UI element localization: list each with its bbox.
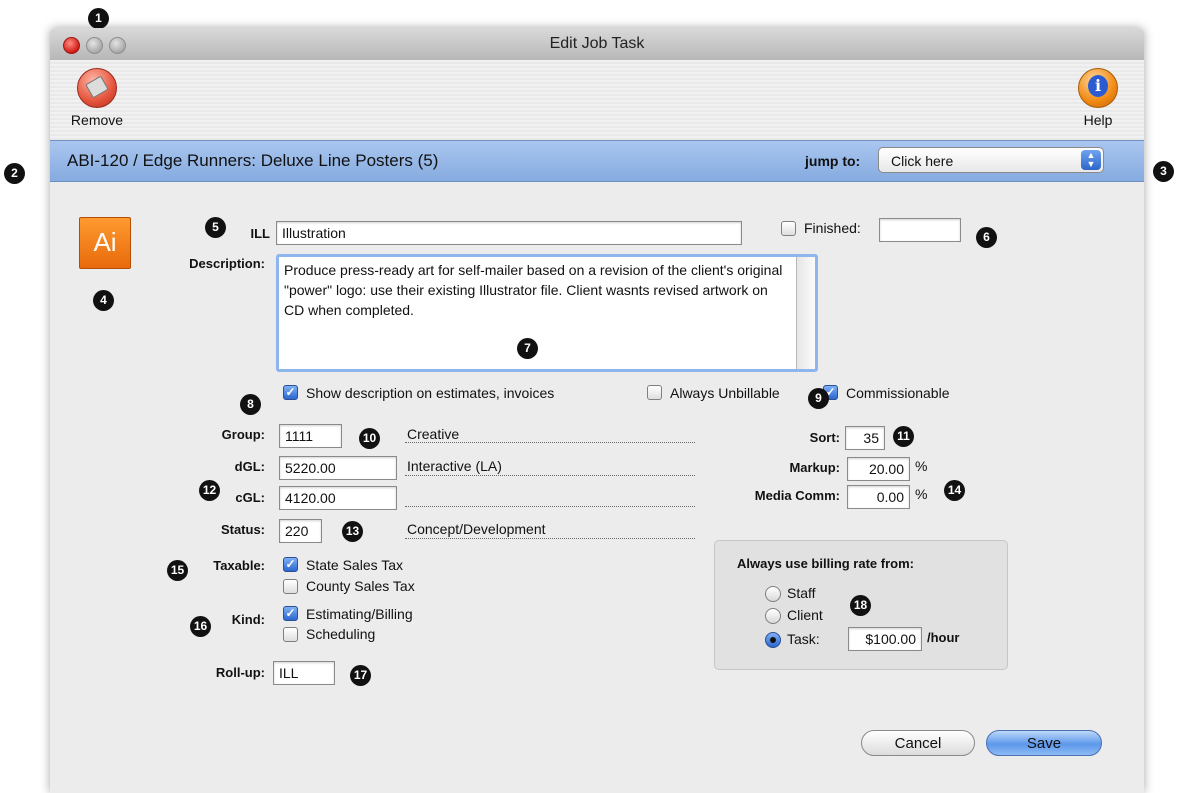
- callout-marker-11: 11: [893, 426, 914, 447]
- callout-marker-12: 12: [199, 480, 220, 501]
- cgl-label: cGL:: [235, 490, 265, 505]
- task-code-label: ILL: [250, 226, 271, 241]
- illustrator-task-icon: Ai: [79, 217, 131, 269]
- eraser-icon: [77, 68, 117, 108]
- status-name-underline: [405, 538, 695, 539]
- callout-marker-16: 16: [190, 616, 211, 637]
- callout-marker-13: 13: [342, 521, 363, 542]
- group-name-underline: [405, 442, 695, 443]
- finished-checkbox[interactable]: [781, 221, 796, 236]
- finished-date-field[interactable]: [879, 218, 961, 242]
- job-title: ABI-120 / Edge Runners: Deluxe Line Post…: [67, 151, 439, 170]
- dgl-label: dGL:: [234, 459, 265, 474]
- show-description-label: Show description on estimates, invoices: [306, 385, 555, 401]
- callout-marker-7: 7: [517, 338, 538, 359]
- rollup-field[interactable]: ILL: [273, 661, 335, 685]
- markup-label: Markup:: [789, 460, 840, 475]
- scheduling-label: Scheduling: [306, 626, 376, 642]
- task-rate-unit: /hour: [927, 630, 960, 645]
- callout-marker-9: 9: [808, 388, 829, 409]
- edit-job-task-window: Edit Job Task Remove Help ABI-120 / Edge…: [50, 28, 1144, 793]
- markup-field[interactable]: 20.00: [847, 457, 910, 481]
- sort-field[interactable]: 35: [845, 426, 885, 450]
- callout-marker-17: 17: [350, 665, 371, 686]
- state-sales-tax-checkbox[interactable]: ✓: [283, 557, 298, 572]
- jump-to-label: jump to:: [805, 153, 861, 169]
- group-name: Creative: [407, 426, 460, 442]
- task-rate-field[interactable]: $100.00: [848, 627, 922, 651]
- callout-marker-2: 2: [4, 163, 25, 184]
- dgl-name-underline: [405, 475, 695, 476]
- remove-label: Remove: [70, 112, 124, 128]
- callout-marker-6: 6: [976, 227, 997, 248]
- staff-rate-label: Staff: [787, 585, 816, 601]
- dgl-account-name: Interactive (LA): [407, 458, 502, 474]
- always-unbillable-checkbox[interactable]: [647, 385, 662, 400]
- description-scrollbar[interactable]: [796, 257, 815, 369]
- finished-label: Finished:: [804, 220, 861, 236]
- remove-button[interactable]: Remove: [62, 68, 132, 128]
- media-comm-unit: %: [915, 486, 928, 502]
- commissionable-label: Commissionable: [846, 385, 950, 401]
- markup-unit: %: [915, 458, 928, 474]
- description-textarea[interactable]: Produce press-ready art for self-mailer …: [276, 254, 818, 372]
- county-sales-tax-label: County Sales Tax: [306, 578, 415, 594]
- cgl-name-underline: [405, 506, 695, 507]
- description-label: Description:: [189, 256, 265, 271]
- callout-marker-3: 3: [1153, 161, 1174, 182]
- callout-marker-15: 15: [167, 560, 188, 581]
- help-button[interactable]: Help: [1063, 68, 1133, 128]
- status-field[interactable]: 220: [279, 519, 322, 543]
- toolbar: Remove Help: [50, 60, 1144, 140]
- county-sales-tax-checkbox[interactable]: [283, 579, 298, 594]
- billing-rate-title: Always use billing rate from:: [737, 556, 914, 571]
- title-bar[interactable]: Edit Job Task: [50, 28, 1144, 61]
- description-text: Produce press-ready art for self-mailer …: [284, 262, 783, 318]
- callout-marker-1: 1: [88, 8, 109, 29]
- cgl-field[interactable]: 4120.00: [279, 486, 397, 510]
- window-title: Edit Job Task: [549, 35, 645, 52]
- cancel-button[interactable]: Cancel: [861, 730, 975, 756]
- sort-label: Sort:: [809, 430, 840, 445]
- job-header: ABI-120 / Edge Runners: Deluxe Line Post…: [50, 140, 1144, 182]
- save-button[interactable]: Save: [986, 730, 1102, 756]
- group-label: Group:: [221, 427, 265, 442]
- callout-marker-14: 14: [944, 480, 965, 501]
- estimating-billing-label: Estimating/Billing: [306, 606, 413, 622]
- jump-to-select[interactable]: Click here ▲ ▼: [878, 147, 1104, 173]
- estimating-billing-checkbox[interactable]: ✓: [283, 606, 298, 621]
- jump-to-value: Click here: [891, 153, 954, 169]
- show-description-checkbox[interactable]: ✓: [283, 385, 298, 400]
- staff-rate-radio[interactable]: [765, 586, 781, 602]
- task-rate-radio[interactable]: [765, 632, 781, 648]
- callout-marker-8: 8: [240, 394, 261, 415]
- group-field[interactable]: 1111: [279, 424, 342, 448]
- task-rate-label: Task:: [787, 631, 820, 647]
- callout-marker-18: 18: [850, 595, 871, 616]
- callout-marker-5: 5: [205, 217, 226, 238]
- rollup-label: Roll-up:: [215, 665, 265, 680]
- dgl-field[interactable]: 5220.00: [279, 456, 397, 480]
- state-sales-tax-label: State Sales Tax: [306, 557, 404, 573]
- status-label: Status:: [220, 522, 265, 537]
- popup-arrows-icon: ▲ ▼: [1081, 150, 1101, 170]
- help-label: Help: [1083, 112, 1113, 128]
- info-icon: [1078, 68, 1118, 108]
- status-name: Concept/Development: [407, 521, 546, 537]
- taxable-label: Taxable:: [213, 558, 265, 573]
- media-comm-label: Media Comm:: [754, 488, 840, 503]
- callout-marker-4: 4: [93, 290, 114, 311]
- scheduling-checkbox[interactable]: [283, 627, 298, 642]
- media-comm-field[interactable]: 0.00: [847, 485, 910, 509]
- client-rate-label: Client: [787, 607, 823, 623]
- client-rate-radio[interactable]: [765, 608, 781, 624]
- callout-marker-10: 10: [359, 428, 380, 449]
- always-unbillable-label: Always Unbillable: [670, 385, 780, 401]
- task-name-field[interactable]: Illustration: [276, 221, 742, 245]
